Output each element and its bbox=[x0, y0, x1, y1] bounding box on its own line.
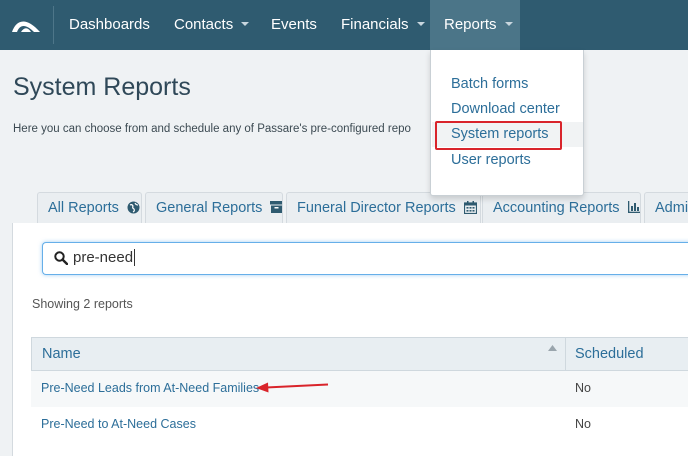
nav-reports[interactable]: Reports bbox=[430, 0, 520, 50]
nav-contacts[interactable]: Contacts bbox=[174, 0, 250, 50]
table-header: Name Scheduled bbox=[31, 337, 688, 371]
globe-icon bbox=[127, 201, 140, 214]
tab-general-reports[interactable]: General Reports bbox=[145, 192, 283, 223]
nav-reports-label: Reports bbox=[444, 16, 497, 33]
tab-all-reports[interactable]: All Reports bbox=[37, 192, 142, 223]
tab-all-reports-label: All Reports bbox=[48, 200, 119, 216]
nav-financials[interactable]: Financials bbox=[341, 0, 425, 50]
nav-contacts-label: Contacts bbox=[174, 16, 234, 33]
scheduled-value: No bbox=[575, 381, 591, 395]
chevron-down-icon bbox=[416, 22, 425, 27]
report-search-input[interactable]: pre-need bbox=[42, 242, 688, 275]
tab-accounting-reports-label: Accounting Reports bbox=[493, 200, 620, 216]
chevron-down-icon bbox=[504, 22, 513, 27]
tab-general-reports-label: General Reports bbox=[156, 200, 263, 216]
reports-dropdown-menu: Batch forms Download center System repor… bbox=[430, 50, 584, 196]
tab-admin-reports-label: Admi bbox=[655, 200, 688, 216]
nav-divider bbox=[53, 6, 54, 44]
report-link[interactable]: Pre-Need to At-Need Cases bbox=[41, 417, 196, 431]
menu-item-user-reports[interactable]: User reports bbox=[451, 152, 531, 168]
tab-funeral-director-reports-label: Funeral Director Reports bbox=[297, 200, 456, 216]
menu-item-download-center[interactable]: Download center bbox=[451, 101, 560, 117]
passare-logo-icon[interactable] bbox=[10, 14, 42, 34]
annotation-highlight-box bbox=[435, 121, 562, 150]
tab-admin-reports[interactable]: Admi bbox=[644, 192, 688, 223]
search-value: pre-need bbox=[73, 248, 136, 266]
nav-events-label: Events bbox=[271, 16, 317, 33]
column-divider bbox=[565, 338, 566, 370]
report-link[interactable]: Pre-Need Leads from At-Need Families bbox=[41, 381, 259, 395]
table-row: Pre-Need Leads from At-Need Families No bbox=[31, 371, 688, 407]
archive-icon bbox=[270, 201, 282, 214]
nav-events[interactable]: Events bbox=[271, 0, 317, 50]
tab-accounting-reports[interactable]: Accounting Reports bbox=[482, 192, 641, 223]
menu-item-batch-forms[interactable]: Batch forms bbox=[451, 76, 528, 92]
page-description: Here you can choose from and schedule an… bbox=[13, 123, 411, 135]
results-count: Showing 2 reports bbox=[32, 297, 133, 311]
chevron-down-icon bbox=[241, 22, 250, 27]
nav-dashboards-label: Dashboards bbox=[69, 16, 150, 33]
calendar-icon bbox=[463, 200, 477, 214]
annotation-arrow-icon bbox=[256, 382, 329, 393]
nav-financials-label: Financials bbox=[341, 16, 409, 33]
top-navigation-bar: Dashboards Contacts Events Financials Re… bbox=[0, 0, 688, 50]
tab-funeral-director-reports[interactable]: Funeral Director Reports bbox=[286, 192, 481, 223]
nav-dashboards[interactable]: Dashboards bbox=[69, 0, 150, 50]
column-header-name[interactable]: Name bbox=[42, 346, 81, 362]
page-title: System Reports bbox=[13, 73, 191, 101]
search-icon bbox=[54, 251, 68, 265]
table-row: Pre-Need to At-Need Cases No bbox=[31, 407, 688, 443]
scheduled-value: No bbox=[575, 417, 591, 431]
column-header-scheduled[interactable]: Scheduled bbox=[575, 346, 644, 362]
sort-asc-icon[interactable] bbox=[548, 345, 557, 351]
bar-chart-icon bbox=[627, 201, 640, 214]
